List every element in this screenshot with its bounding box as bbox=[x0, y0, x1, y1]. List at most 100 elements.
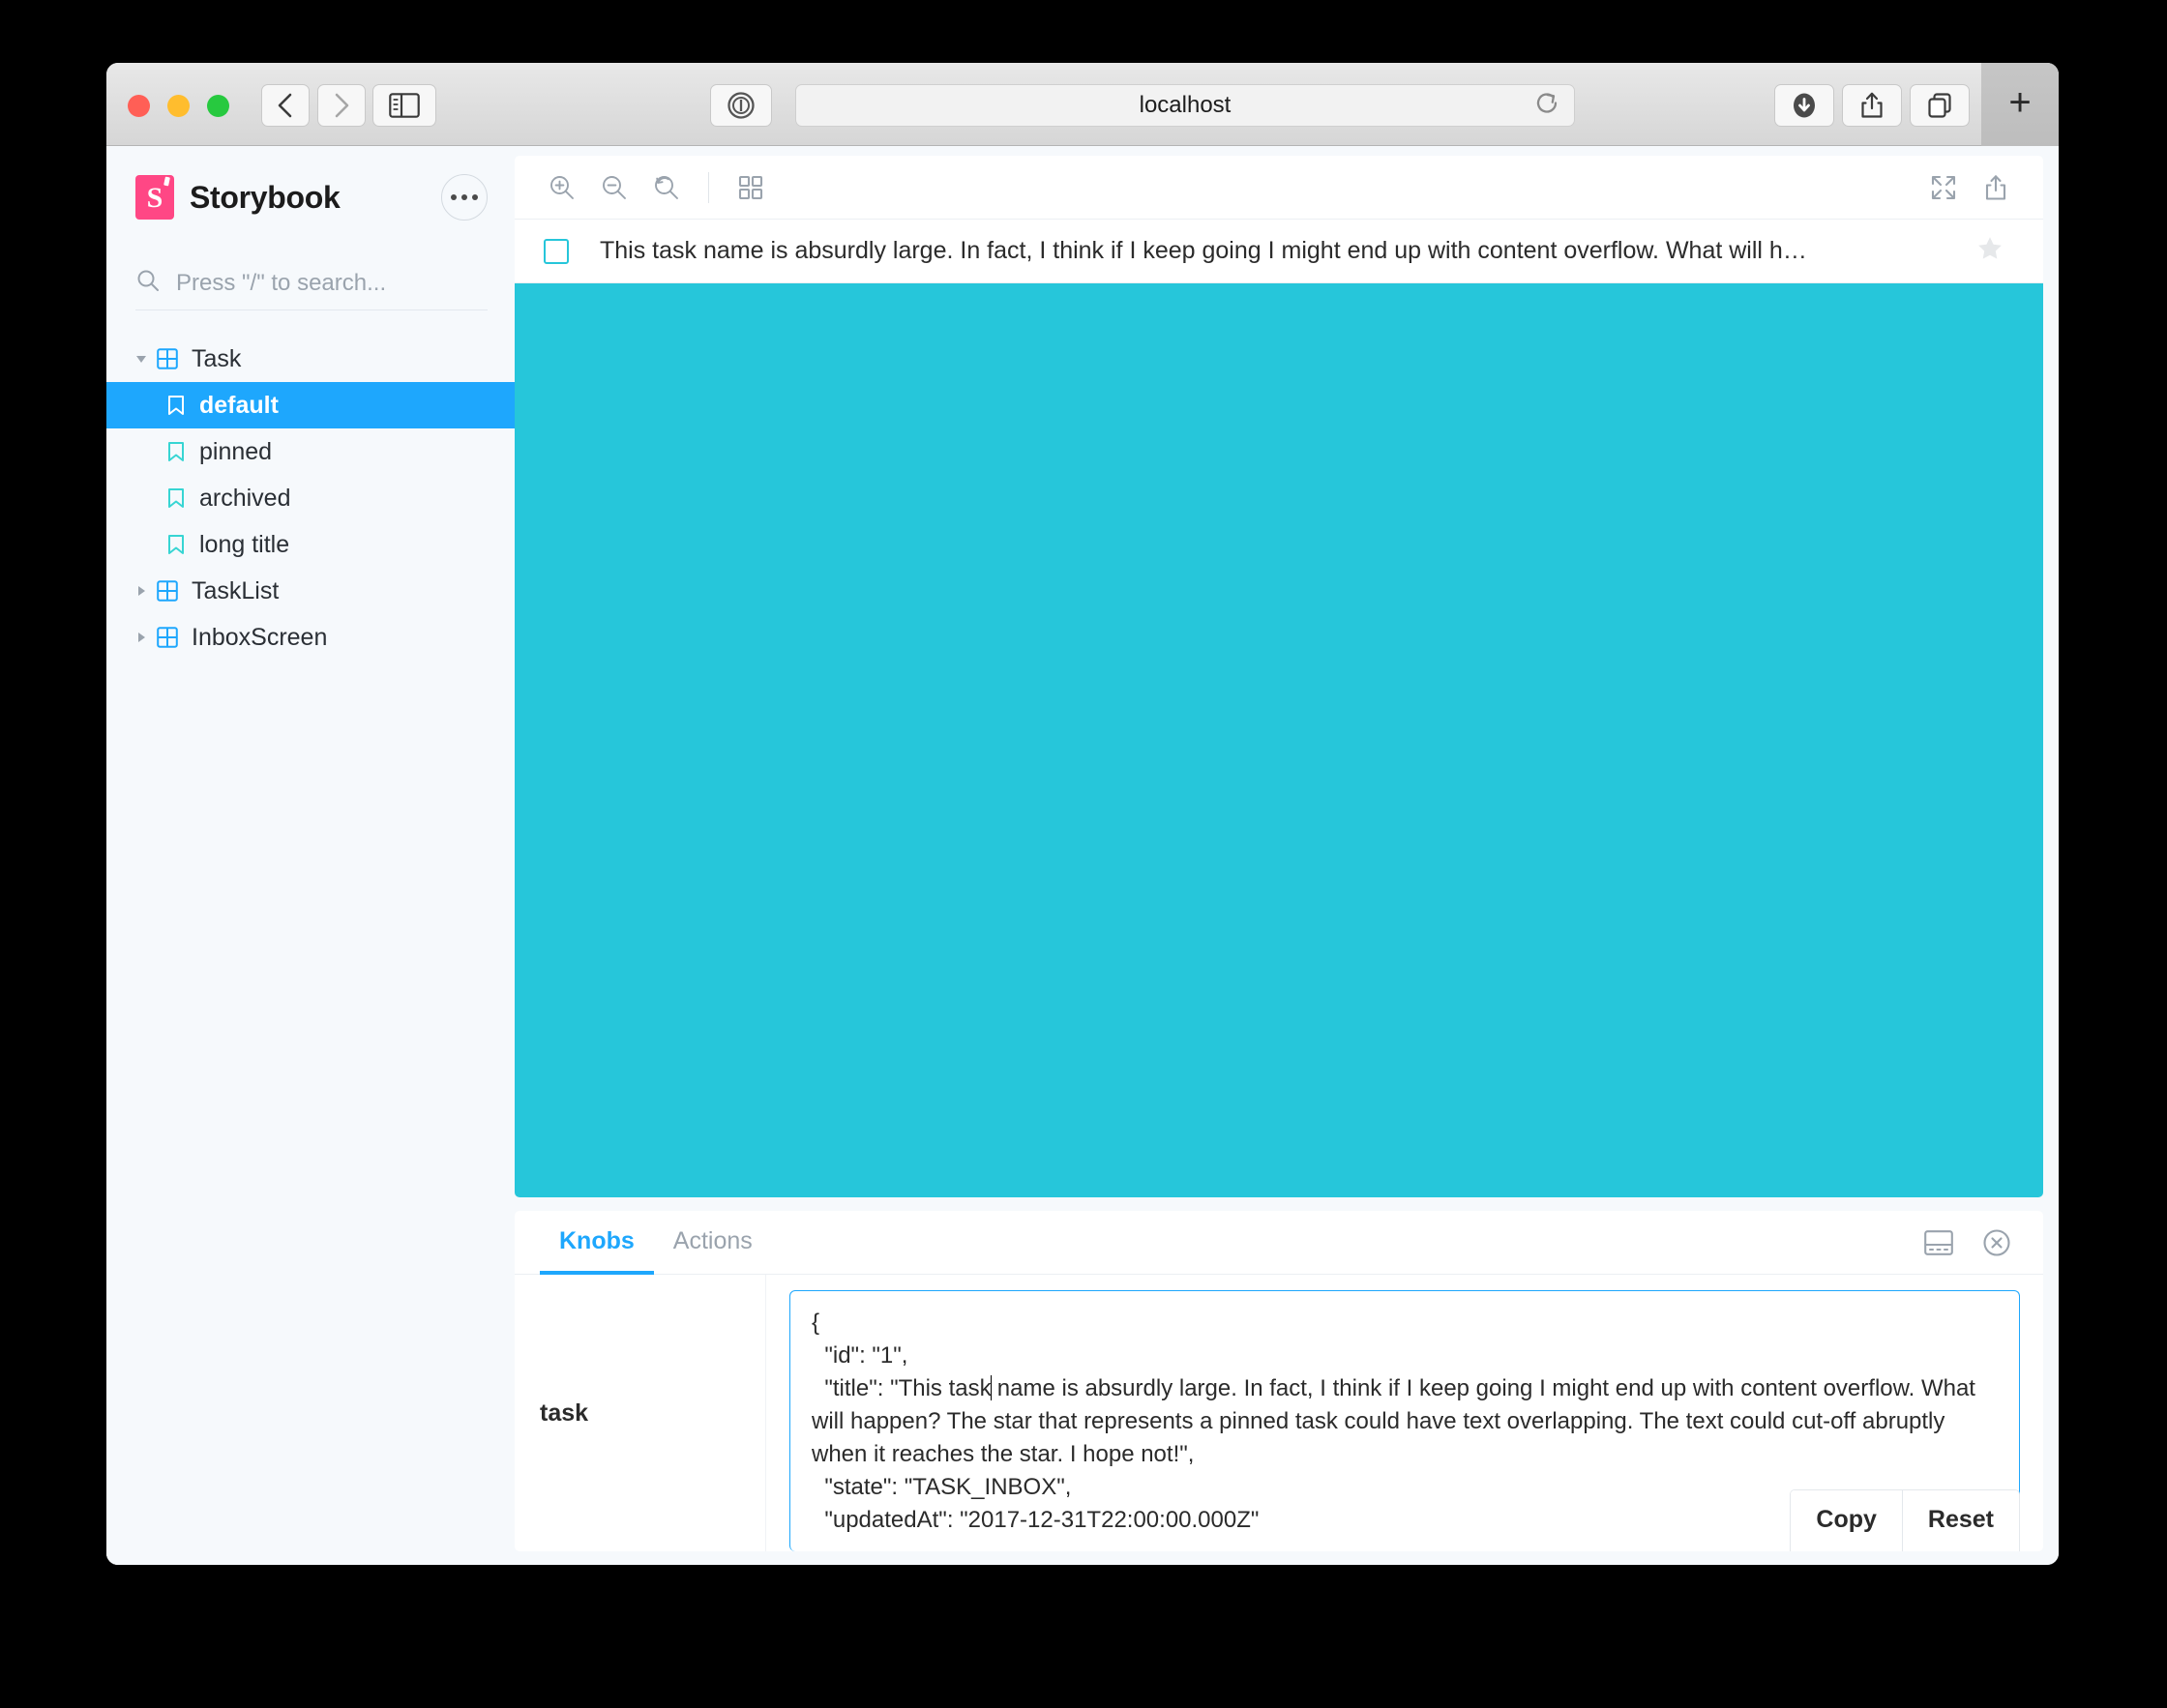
component-icon bbox=[157, 348, 178, 369]
sidebar-toggle-button[interactable] bbox=[372, 84, 436, 127]
maximize-window-button[interactable] bbox=[207, 95, 229, 117]
tree-item-label: Task bbox=[192, 344, 242, 372]
browser-window: localhost + S Storybook Press "/" to sea… bbox=[106, 63, 2059, 1565]
panel-position-button[interactable] bbox=[1915, 1220, 1962, 1266]
sidebar-icon bbox=[389, 93, 420, 118]
chevron-left-icon bbox=[278, 93, 292, 118]
tree-item-label: pinned bbox=[199, 437, 273, 465]
toolbar-divider bbox=[708, 171, 709, 203]
share-button[interactable] bbox=[1842, 84, 1902, 127]
zoom-reset-button[interactable] bbox=[640, 165, 693, 210]
zoom-reset-icon bbox=[655, 175, 678, 199]
ellipsis-dot bbox=[451, 194, 457, 200]
knobs-body: task { "id": "1", "title": "This task na… bbox=[515, 1275, 2043, 1551]
story-tree: Task default pinned archived long title … bbox=[106, 336, 515, 661]
reader-icon bbox=[727, 92, 755, 119]
story-icon bbox=[166, 395, 186, 416]
share-icon bbox=[1861, 92, 1883, 118]
addon-panel-tools bbox=[1915, 1211, 2043, 1274]
reload-icon bbox=[1536, 93, 1558, 113]
window-traffic-lights bbox=[128, 95, 229, 117]
tree-item-long-title[interactable]: long title bbox=[106, 521, 515, 568]
copy-button[interactable]: Copy bbox=[1791, 1490, 1902, 1551]
zoom-in-icon bbox=[550, 175, 574, 199]
chevron-down-icon[interactable] bbox=[132, 355, 151, 363]
task-title: This task name is absurdly large. In fac… bbox=[600, 237, 1807, 264]
brand-title: Storybook bbox=[190, 179, 341, 215]
canvas-panel: This task name is absurdly large. In fac… bbox=[515, 156, 2043, 1197]
panel-layout-icon bbox=[1924, 1229, 1953, 1255]
new-tab-button[interactable]: + bbox=[1981, 63, 2059, 146]
zoom-out-button[interactable] bbox=[588, 165, 640, 210]
storybook-app: S Storybook Press "/" to search... Task … bbox=[106, 146, 2059, 1565]
tree-item-label: InboxScreen bbox=[192, 623, 328, 651]
grid-icon bbox=[738, 175, 763, 199]
search-input[interactable] bbox=[176, 269, 488, 297]
task-checkbox[interactable] bbox=[544, 238, 569, 264]
tree-item-archived[interactable]: archived bbox=[106, 475, 515, 521]
addon-tab-bar: Knobs Actions bbox=[515, 1211, 2043, 1275]
share-icon bbox=[1985, 174, 2006, 200]
story-icon bbox=[166, 441, 186, 462]
tab-overview-button[interactable] bbox=[1910, 84, 1970, 127]
knob-value: { "id": "1", "title": "This task name is… bbox=[766, 1275, 2043, 1551]
url-text: localhost bbox=[1139, 92, 1232, 118]
tree-item-label: long title bbox=[199, 530, 290, 558]
star-icon[interactable] bbox=[1975, 234, 2004, 268]
minimize-window-button[interactable] bbox=[167, 95, 190, 117]
tab-label: Actions bbox=[672, 1226, 753, 1254]
chevron-right-icon[interactable] bbox=[132, 586, 151, 596]
close-panel-button[interactable] bbox=[1974, 1220, 2020, 1266]
browser-actions bbox=[1774, 84, 1970, 127]
open-in-new-tab-button[interactable] bbox=[1970, 165, 2022, 210]
tree-item-tasklist[interactable]: TaskList bbox=[106, 568, 515, 614]
zoom-out-icon bbox=[603, 175, 626, 199]
tree-item-default[interactable]: default bbox=[106, 382, 515, 428]
tree-item-label: archived bbox=[199, 484, 291, 512]
story-canvas-background bbox=[515, 283, 2043, 1197]
downloads-button[interactable] bbox=[1774, 84, 1834, 127]
forward-button[interactable] bbox=[317, 84, 366, 127]
back-button[interactable] bbox=[261, 84, 310, 127]
reload-button[interactable] bbox=[1533, 90, 1560, 122]
component-icon bbox=[157, 580, 178, 602]
address-bar[interactable]: localhost bbox=[795, 84, 1575, 127]
storybook-logo-icon: S bbox=[135, 175, 174, 220]
expand-icon bbox=[1931, 175, 1956, 199]
tab-actions[interactable]: Actions bbox=[654, 1211, 772, 1275]
tree-item-label: TaskList bbox=[192, 576, 280, 604]
new-tab-label: + bbox=[2008, 81, 2032, 124]
canvas-toolbar bbox=[515, 156, 2043, 220]
tree-item-pinned[interactable]: pinned bbox=[106, 428, 515, 475]
close-circle-icon bbox=[1983, 1228, 2010, 1256]
ellipsis-dot bbox=[472, 194, 478, 200]
sidebar-menu-button[interactable] bbox=[441, 174, 488, 221]
close-window-button[interactable] bbox=[128, 95, 150, 117]
story-icon bbox=[166, 534, 186, 555]
tree-item-inboxscreen[interactable]: InboxScreen bbox=[106, 614, 515, 661]
ellipsis-dot bbox=[461, 194, 467, 200]
zoom-in-button[interactable] bbox=[536, 165, 588, 210]
task-row: This task name is absurdly large. In fac… bbox=[515, 220, 2043, 283]
tree-item-task[interactable]: Task bbox=[106, 336, 515, 382]
json-knob-actions: Copy Reset bbox=[1790, 1489, 2020, 1551]
addon-panel: Knobs Actions task {"id": "1", "title":… bbox=[515, 1211, 2043, 1551]
sidebar-search[interactable] bbox=[135, 256, 488, 310]
background-grid-button[interactable] bbox=[725, 165, 777, 210]
story-icon bbox=[166, 487, 186, 509]
tab-label: Knobs bbox=[559, 1226, 635, 1254]
reset-button[interactable]: Reset bbox=[1901, 1490, 2019, 1551]
json-text-before-caret: { "id": "1", "title": "This task bbox=[812, 1310, 992, 1402]
search-icon bbox=[135, 268, 161, 298]
reader-view-button[interactable] bbox=[710, 84, 772, 127]
knob-name: task bbox=[515, 1275, 766, 1551]
navigation-buttons bbox=[261, 84, 366, 127]
component-icon bbox=[157, 627, 178, 648]
browser-titlebar: localhost + bbox=[106, 63, 2059, 146]
sidebar-brand[interactable]: S Storybook bbox=[106, 167, 515, 227]
storybook-main: This task name is absurdly large. In fac… bbox=[515, 146, 2059, 1565]
chevron-right-icon[interactable] bbox=[132, 633, 151, 642]
fullscreen-button[interactable] bbox=[1917, 165, 1970, 210]
copy-tabs-icon bbox=[1928, 93, 1951, 118]
tab-knobs[interactable]: Knobs bbox=[540, 1211, 654, 1275]
